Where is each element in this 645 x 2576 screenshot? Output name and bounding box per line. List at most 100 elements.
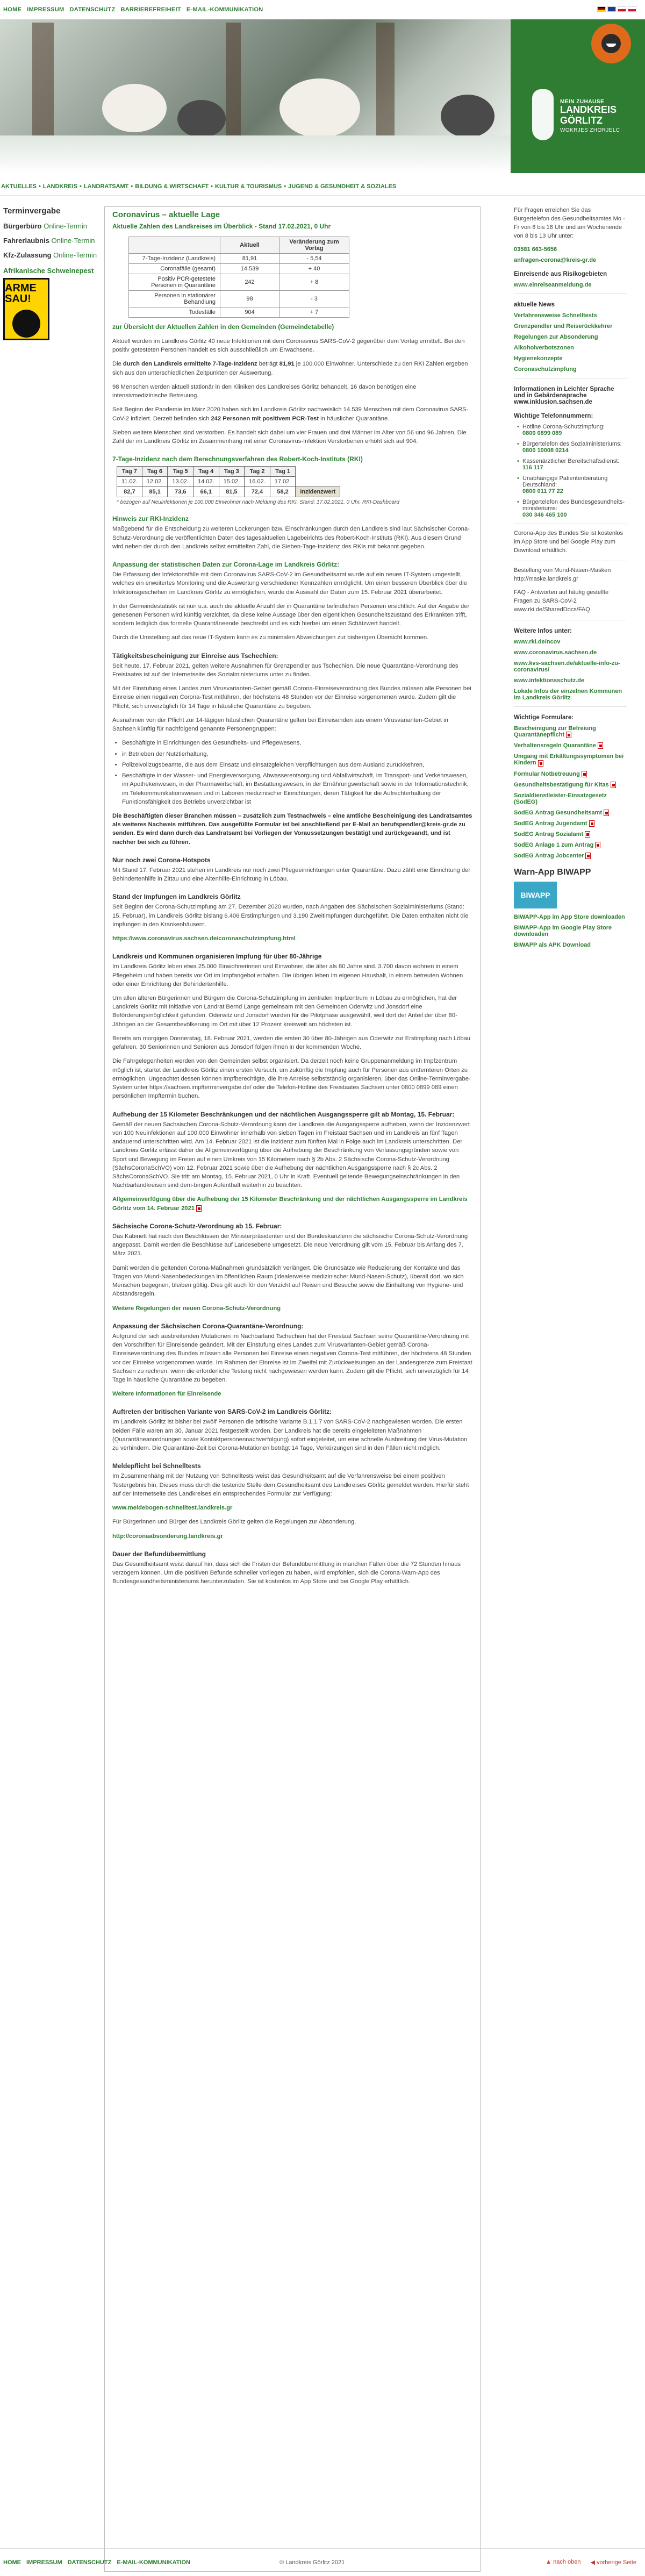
biwapp-link[interactable]: BIWAPP-App im Google Play Store download… [514, 925, 627, 938]
hotline-phone[interactable]: 03581 663-5656 [514, 246, 627, 253]
nav-jugend[interactable]: JUGEND & GESUNDHEIT & SOZIALES [288, 183, 396, 190]
list-item: Kassenärztlicher Bereitschaftsdienst:116… [517, 458, 627, 471]
telefon-heading: Wichtige Telefonnummern: [514, 412, 593, 419]
paragraph: Ausnahmen von der Pflicht zur 14-tägigen… [112, 717, 448, 733]
inzidenz-table: Tag 7 Tag 6 Tag 5 Tag 4 Tag 3 Tag 2 Tag 1 11.0… [117, 466, 341, 498]
brand-sub: WOKRJES ZHORJELC [560, 127, 620, 133]
faq-link[interactable]: FAQ - Antworten auf häufig gestellte Fra… [514, 589, 627, 614]
form-link[interactable]: SodEG Antrag Jobcenter [514, 853, 627, 860]
corona-app-text[interactable]: Corona-App des Bundes Sie ist kostenlos … [514, 529, 627, 555]
biwapp-link[interactable]: BIWAPP-App im App Store downloaden [514, 914, 627, 920]
language-flags [597, 6, 636, 12]
footer-link-impressum[interactable]: IMPRESSUM [26, 2559, 62, 2566]
footer: HOME IMPRESSUM DATENSCHUTZ E-MAIL-KOMMUN… [0, 2548, 645, 2576]
more-link[interactable]: www.kvs-sachsen.de/aktuelle-info-zu-coro… [514, 660, 627, 673]
top-link-bar: HOME IMPRESSUM DATENSCHUTZ BARRIEREFREIH… [0, 0, 645, 19]
paragraph: Im Landkreis Görlitz leben etwa 25.000 E… [112, 963, 463, 988]
form-link[interactable]: Formular Notbetreuung [514, 771, 627, 777]
main-navigation: AKTUELLES • LANDKREIS • LANDRATSAMT • BILDU… [0, 177, 645, 196]
pdf-icon [597, 742, 603, 749]
top-link-barrierefreiheit[interactable]: BARRIEREFREIHEIT [121, 6, 181, 13]
top-link-impressum[interactable]: IMPRESSUM [27, 6, 64, 13]
termin-fahrerlaubnis[interactable]: Fahrerlaubnis Online-Termin [3, 237, 98, 245]
form-link[interactable]: Verhaltensregeln Quarantäne [514, 742, 627, 749]
news-link[interactable]: Grenzpendler und Reiserückkehrer [514, 323, 627, 330]
back-to-top-link[interactable]: ▲ nach oben [546, 2559, 580, 2566]
list-item: Hotline Corona-Schutzimpfung:0800 0899 0… [517, 424, 627, 437]
copyright: © Landkreis Görlitz 2021 [280, 2559, 345, 2566]
paragraph: Bereits am morgigen Donnerstag, 18. Febr… [112, 1035, 471, 1051]
brand-text[interactable]: MEIN ZUHAUSE LANDKREIS GÖRLITZ WOKRJES Z… [560, 99, 635, 133]
leichte-sprache-link[interactable]: Informationen in Leichter Sprache und in… [514, 386, 627, 405]
footer-link-email[interactable]: E-MAIL-KOMMUNIKATION [117, 2559, 190, 2566]
form-link[interactable]: SodEG Anlage 1 zum Antrag [514, 842, 627, 849]
more-link[interactable]: www.infektionsschutz.de [514, 677, 627, 684]
form-link[interactable]: Gesundheitsbestätigung für Kitas [514, 782, 627, 788]
termin-kfz[interactable]: Kfz-Zulassung Online-Termin [3, 251, 98, 259]
news-link[interactable]: Regelungen zur Absonderung [514, 334, 627, 340]
form-link[interactable]: SodEG Antrag Gesundheitsamt [514, 810, 627, 816]
absonderung-link[interactable]: http://coronaabsonderung.landkreis.gr [112, 1532, 472, 1541]
termin-buergerbuero[interactable]: Bürgerbüro Online-Termin [3, 222, 98, 230]
einreise-link[interactable]: www.einreiseanmeldung.de [514, 282, 627, 288]
flag-en-icon[interactable] [607, 6, 616, 12]
form-link[interactable]: SodEG Antrag Jugendamt [514, 820, 627, 827]
news-link[interactable]: Hygienekonzepte [514, 355, 627, 362]
footer-link-home[interactable]: HOME [3, 2559, 21, 2566]
nav-bildung[interactable]: BILDUNG & WIRTSCHAFT [135, 183, 209, 190]
flag-pl-icon[interactable] [628, 6, 636, 12]
paragraph: Aktuell wurden im Landkreis Görlitz 40 n… [112, 338, 465, 354]
biwapp-logo-icon[interactable]: BIWAPP [514, 882, 557, 909]
hotline-email[interactable]: anfragen-corona@kreis-gr.de [514, 257, 627, 263]
allgemeinverfuegung-link[interactable]: Allgemeinverfügung über die Aufhebung de… [112, 1195, 472, 1212]
top-link-home[interactable]: HOME [3, 6, 22, 13]
form-link[interactable]: Umgang mit Erkältungssymptomen bei Kinde… [514, 753, 627, 767]
table-row: 11.02. 12.02. 13.02. 14.02. 15.02. 16.02. 17.0… [117, 476, 340, 488]
paragraph: Im Landkreis Görlitz ist bisher bei zwöl… [112, 1419, 468, 1452]
more-link[interactable]: Lokale Infos der einzelnen Kommunen im L… [514, 688, 627, 701]
list-item: Unabhängige Patientenberatung Deutschlan… [517, 475, 627, 495]
form-link[interactable]: Bescheinigung zur Befreiung Quarantänepf… [514, 725, 627, 739]
flag-cz-icon[interactable] [618, 6, 626, 12]
nav-kultur[interactable]: KULTUR & TOURISMUS [215, 183, 282, 190]
table-row: 82,7 85,1 73,6 66,1 81,5 72,4 58,2 Inzidenzwert [117, 486, 341, 498]
page: HOME IMPRESSUM DATENSCHUTZ BARRIEREFREIH… [0, 0, 645, 2576]
form-link[interactable]: Sozialdienstleister-Einsatzgesetz (SodEG… [514, 792, 627, 805]
gemeinde-link[interactable]: zur Übersicht der Aktuellen Zahlen in de… [112, 323, 472, 331]
paragraph: Gemäß der neuen Sächsischen Corona-Schut… [112, 1121, 470, 1189]
news-link[interactable]: Coronaschutzimpfung [514, 366, 627, 373]
paragraph-bold: Die Beschäftigten dieser Branchen müssen… [112, 812, 472, 846]
mascot-logo-icon[interactable] [591, 24, 631, 63]
previous-page-link[interactable]: ◀ vorherige Seite [590, 2559, 636, 2566]
einreisende-link[interactable]: Weitere Informationen für Einreisende [112, 1390, 472, 1398]
meldebogen-link[interactable]: www.meldebogen-schnelltest.landkreis.gr [112, 1504, 472, 1512]
impf-link[interactable]: https://www.coronavirus.sachsen.de/coron… [112, 934, 472, 943]
nav-landratsamt[interactable]: LANDRATSAMT [84, 183, 129, 190]
flag-de-icon[interactable] [597, 6, 606, 12]
left-sidebar: Terminvergabe Bürgerbüro Online-Termin F… [0, 206, 101, 2572]
paragraph: Sieben weitere Menschen sind verstorben.… [112, 429, 467, 445]
arme-sau-sign[interactable]: ARME SAU! [3, 278, 49, 340]
top-link-email[interactable]: E-MAIL-KOMMUNIKATION [187, 6, 263, 13]
divider [514, 706, 627, 707]
paragraph: Damit werden die geltenden Corona-Maßnah… [112, 1264, 464, 1298]
news-link[interactable]: Verfahrensweise Schnelltests [514, 312, 627, 319]
footer-link-datenschutz[interactable]: DATENSCHUTZ [68, 2559, 112, 2566]
more-link[interactable]: www.coronavirus.sachsen.de [514, 649, 627, 656]
form-link[interactable]: SodEG Antrag Sozialamt [514, 831, 627, 838]
nav-landkreis[interactable]: LANDKREIS [43, 183, 77, 190]
biwapp-link[interactable]: BIWAPP als APK Download [514, 942, 627, 948]
top-link-datenschutz[interactable]: DATENSCHUTZ [70, 6, 116, 13]
paragraph: In der Gemeindestatistik ist nun u.a. au… [112, 603, 470, 627]
masken-link[interactable]: Bestellung von Mund-Nasen-Masken http://… [514, 567, 627, 584]
schweinepest-link[interactable]: Afrikanische Schweinepest [3, 267, 98, 275]
regelungen-link[interactable]: Weitere Regelungen der neuen Corona-Schu… [112, 1304, 472, 1313]
pdf-icon [595, 842, 601, 849]
paragraph: Um allen älteren Bürgerinnen und Bürgern… [112, 995, 457, 1028]
biwapp-heading: Warn-App BIWAPP [514, 868, 591, 877]
nav-aktuelles[interactable]: AKTUELLES [1, 183, 37, 190]
more-link[interactable]: www.rki.de/ncov [514, 639, 627, 645]
terminvergabe-heading: Terminvergabe [3, 206, 61, 216]
hotline-intro: Für Fragen erreichen Sie das Bürgertelef… [514, 207, 625, 239]
news-link[interactable]: Alkoholverbotszonen [514, 345, 627, 351]
